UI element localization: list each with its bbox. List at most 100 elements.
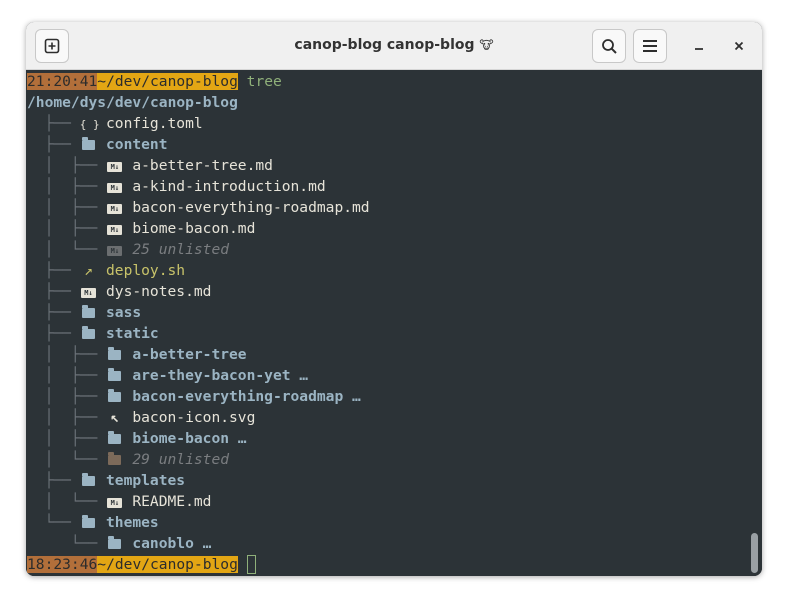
prompt-time: 18:23:46: [27, 556, 98, 573]
tree-branch: ├──: [27, 136, 80, 153]
window-title-text: canop-blog canop-blog: [294, 37, 475, 53]
tree-entry: ├── M↓ dys-notes.md: [27, 281, 212, 302]
tree-entry-name: config.toml: [97, 115, 203, 132]
tree-entry-name: are-they-bacon-yet …: [123, 367, 309, 384]
tree-entry-name: 29 unlisted: [123, 451, 230, 468]
tree-branch: │ ├──: [27, 388, 107, 405]
tree-entry-name: a-kind-introduction.md: [123, 178, 326, 195]
tree-branch: │ ├──: [27, 346, 107, 363]
tree-branch: ├──: [27, 472, 80, 489]
tree-entry-name: static: [97, 325, 159, 342]
tree-entry-name: 25 unlisted: [123, 241, 230, 258]
tree-branch: │ ├──: [27, 178, 107, 195]
tree-entry: │ ├── M↓ bacon-everything-roadmap.md: [27, 197, 370, 218]
tree-entry: │ └── M↓ README.md: [27, 491, 212, 512]
folder-icon: [80, 302, 98, 323]
hamburger-menu-icon: [643, 40, 657, 52]
prompt-line-current: 18:23:46~/dev/canop-blog: [27, 554, 256, 575]
close-icon: [734, 41, 744, 51]
tree-branch: │ ├──: [27, 157, 107, 174]
tree-entry-name: a-better-tree.md: [123, 157, 273, 174]
tree-entry: └── themes: [27, 512, 159, 533]
close-button[interactable]: [722, 29, 756, 63]
root-path: /home/dys/dev/canop-blog: [27, 94, 238, 111]
tree-branch: │ ├──: [27, 367, 107, 384]
menu-button[interactable]: [633, 29, 667, 63]
tree-entry: ├── sass: [27, 302, 142, 323]
tree-entry: ├── { } config.toml: [27, 113, 203, 134]
tree-entry-name: biome-bacon …: [123, 430, 247, 447]
tree-entry-name: sass: [97, 304, 142, 321]
tree-branch: │ ├──: [27, 199, 107, 216]
folder-icon: [80, 134, 98, 155]
tree-entry: │ ├── M↓ a-kind-introduction.md: [27, 176, 326, 197]
tree-branch: │ └──: [27, 241, 107, 258]
tree-entry-name: README.md: [123, 493, 212, 510]
tree-branch: ├──: [27, 115, 80, 132]
tree-entry-name: a-better-tree: [123, 346, 247, 363]
markdown-icon: M↓: [80, 281, 98, 302]
tree-entry-name: bacon-everything-roadmap.md: [123, 199, 370, 216]
tree-entry-name: bacon-icon.svg: [123, 409, 256, 426]
tree-branch: │ └──: [27, 451, 107, 468]
minimize-button[interactable]: [682, 29, 716, 63]
prompt-time: 21:20:41: [27, 73, 98, 90]
tree-entry-name: deploy.sh: [97, 262, 186, 279]
folder-icon: [106, 365, 124, 386]
tree-entry: │ ├── bacon-everything-roadmap …: [27, 386, 361, 407]
folder-icon: [106, 533, 124, 554]
tree-entry: │ └── 29 unlisted: [27, 449, 229, 470]
tree-entry-name: biome-bacon.md: [123, 220, 256, 237]
executable-icon: ↗: [84, 262, 93, 279]
tree-entry: │ └── M↓ 25 unlisted: [27, 239, 229, 260]
markdown-icon: M↓: [106, 197, 124, 218]
tree-entry: └── canoblo …: [27, 533, 212, 554]
markdown-icon: M↓: [106, 176, 124, 197]
terminal-window: canop-blog canop-blog 🐮 21:20:41~/dev/ca…: [26, 22, 762, 576]
terminal-output[interactable]: 21:20:41~/dev/canop-blog tree /home/dys/…: [26, 70, 748, 576]
folder-icon: [106, 344, 124, 365]
markdown-icon: M↓: [106, 491, 124, 512]
tree-entry: ├── content: [27, 134, 168, 155]
tree-branch: ├──: [27, 262, 80, 279]
tree-branch: ├──: [27, 325, 80, 342]
cow-emoji: 🐮: [479, 38, 494, 52]
tree-entry: │ ├── M↓ a-better-tree.md: [27, 155, 273, 176]
folder-icon: [106, 386, 124, 407]
svg-file-icon: ↖: [110, 409, 120, 426]
title-bar: canop-blog canop-blog 🐮: [26, 22, 762, 70]
folder-icon: [80, 470, 98, 491]
text-cursor: [246, 555, 256, 574]
tree-branch: ├──: [27, 304, 80, 321]
tree-entry-name: dys-notes.md: [97, 283, 212, 300]
tree-entry-name: content: [97, 136, 168, 153]
prompt-path: ~/dev/canop-blog: [97, 73, 238, 90]
minimize-icon: [695, 48, 703, 50]
folder-icon: [106, 449, 124, 470]
tree-entry-name: themes: [97, 514, 159, 531]
tree-branch: │ ├──: [27, 409, 107, 426]
markdown-icon: M↓: [106, 239, 124, 260]
tree-branch: └──: [27, 535, 107, 552]
tree-entry: │ ├── ↖ bacon-icon.svg: [27, 407, 256, 428]
tree-branch: │ └──: [27, 493, 107, 510]
folder-icon: [80, 323, 98, 344]
scrollbar[interactable]: [748, 70, 762, 576]
tree-entry: │ ├── M↓ biome-bacon.md: [27, 218, 256, 239]
tree-entry: ├── static: [27, 323, 159, 344]
tree-entry: │ ├── biome-bacon …: [27, 428, 247, 449]
search-icon: [601, 38, 617, 54]
tree-entry-name: templates: [97, 472, 186, 489]
folder-icon: [80, 512, 98, 533]
prompt-line: 21:20:41~/dev/canop-blog tree: [27, 71, 282, 92]
tree-entry: ├── templates: [27, 470, 186, 491]
tree-entry-name: bacon-everything-roadmap …: [123, 388, 361, 405]
tree-entry-name: canoblo …: [123, 535, 212, 552]
search-button[interactable]: [592, 29, 626, 63]
tree-branch: ├──: [27, 283, 80, 300]
tree-entry: ├── ↗ deploy.sh: [27, 260, 186, 281]
tree-entry: │ ├── a-better-tree: [27, 344, 247, 365]
tree-branch: │ ├──: [27, 430, 107, 447]
command-text: tree: [237, 73, 282, 90]
scroll-thumb[interactable]: [751, 533, 758, 573]
